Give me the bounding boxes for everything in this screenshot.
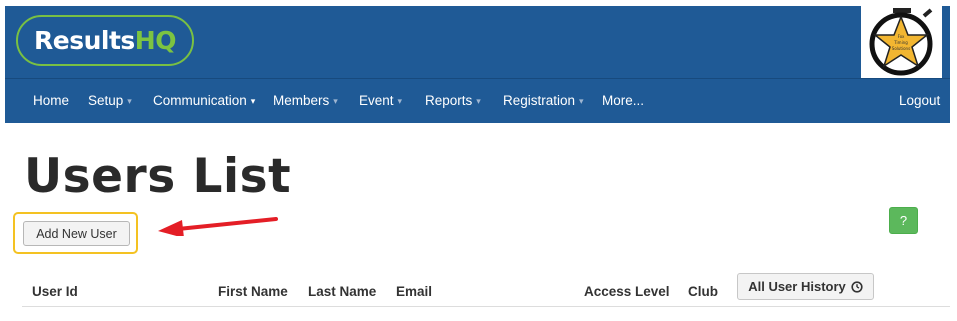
resultshq-logo[interactable]: ResultsHQ	[16, 15, 194, 66]
table-header-divider	[22, 306, 950, 307]
nav-item-members[interactable]: Members ▾	[273, 93, 338, 108]
column-header-club[interactable]: Club	[688, 284, 718, 299]
nav-item-more[interactable]: More...	[602, 93, 644, 108]
nav-item-registration[interactable]: Registration ▾	[503, 93, 584, 108]
chevron-down-icon: ▾	[397, 95, 403, 106]
chevron-down-icon: ▾	[127, 95, 132, 106]
column-header-email[interactable]: Email	[396, 284, 432, 299]
main-nav: Home Setup ▾ Communication ▾ Members ▾ Even…	[5, 78, 950, 123]
nav-item-home[interactable]: Home	[33, 93, 69, 108]
header-bar: ResultsHQ Fox Timing Solutions	[5, 6, 950, 78]
highlight-box: Add New User	[13, 212, 138, 254]
help-button[interactable]: ?	[889, 207, 918, 234]
chevron-down-icon: ▾	[333, 95, 338, 106]
column-header-first-name[interactable]: First Name	[218, 284, 288, 299]
nav-item-reports[interactable]: Reports ▾	[425, 93, 481, 108]
logo-wordmark: ResultsHQ	[34, 26, 176, 55]
nav-item-communication[interactable]: Communication ▾	[153, 93, 255, 108]
stopwatch-icon: Fox Timing Solutions	[869, 8, 933, 76]
badge-line-3: Solutions	[892, 46, 910, 51]
chevron-down-icon: ▾	[250, 95, 256, 106]
page-title: Users List	[24, 149, 292, 204]
column-header-last-name[interactable]: Last Name	[308, 284, 376, 299]
column-header-user-id[interactable]: User Id	[32, 284, 78, 299]
badge-line-1: Fox	[898, 34, 905, 39]
users-list-page: ResultsHQ Fox Timing Solutions Home Setu…	[0, 0, 957, 321]
chevron-down-icon: ▾	[476, 95, 481, 106]
column-header-access-level[interactable]: Access Level	[584, 284, 670, 299]
chevron-down-icon: ▾	[579, 95, 584, 106]
nav-item-setup[interactable]: Setup ▾	[88, 93, 132, 108]
add-new-user-button[interactable]: Add New User	[23, 221, 130, 246]
history-button-label: All User History	[748, 279, 846, 294]
badge-line-2: Timing	[893, 40, 908, 45]
nav-item-event[interactable]: Event ▾	[359, 93, 402, 108]
arrow-left-icon	[158, 217, 278, 236]
logout-link[interactable]: Logout	[899, 93, 940, 108]
all-user-history-button[interactable]: All User History	[737, 273, 874, 300]
stopwatch-star-logo: Fox Timing Solutions	[861, 6, 942, 78]
clock-icon	[851, 280, 863, 293]
